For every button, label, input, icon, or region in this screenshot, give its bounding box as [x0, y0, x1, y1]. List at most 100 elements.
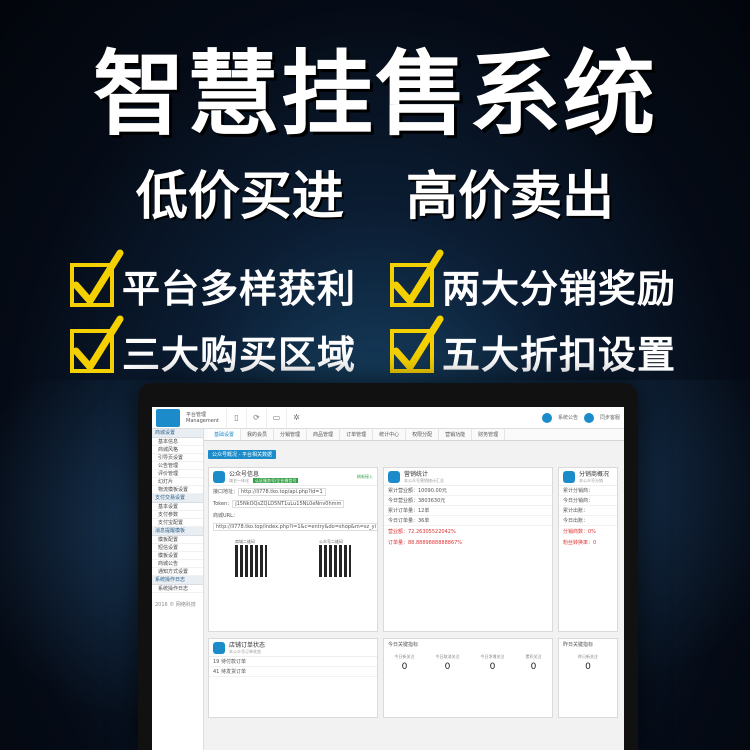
sidebar-group-head[interactable]: 商城设置 [152, 429, 203, 438]
headline: 智慧挂售系统 [92, 41, 657, 148]
sidebar-group-head[interactable]: 系统操作日志 [152, 576, 203, 585]
feature-item: 三大购买区域 [70, 315, 390, 379]
sidebar-item[interactable]: 引导页设置 [152, 454, 203, 462]
card-today-metrics: 今日关键指标 今日新关注 0 今日取消关注 0 今日净增关注 0 累积关注 0 [383, 638, 553, 718]
sidebar-item[interactable]: 幻灯片 [152, 478, 203, 486]
announce-link[interactable]: 系统公告 [558, 414, 578, 421]
shop-logo-icon[interactable] [156, 408, 180, 427]
bottom-cards: 店铺订单状态 本公众号订单状态 19 待付款订单 41 待发货订单 今日关键指标… [208, 638, 620, 718]
feature-item: 五大折扣设置 [390, 315, 710, 379]
order-icon [213, 641, 225, 654]
feature-row: 平台多样获利 两大分销奖励 [70, 249, 710, 318]
subline-left: 低价买进 [135, 167, 344, 227]
metric-value: 0 [401, 662, 408, 672]
tab-members[interactable]: 我的会员 [241, 429, 275, 440]
sidebar-item[interactable]: 商城公告 [152, 560, 203, 568]
support-link[interactable]: 同步客服 [600, 414, 620, 421]
sidebar-footer: 2016 © 网络科技 [155, 602, 196, 608]
feature-item: 两大分销奖励 [390, 249, 710, 313]
sidebar-item[interactable]: 模板设置 [152, 552, 203, 560]
token-row: Token： j15NkOQsZQLD5NT1uLu15NL0eNnv0hmm [209, 498, 377, 510]
url-field[interactable]: http://ll778.tko.top/index.php?i=1&c=ent… [213, 523, 377, 531]
stat-line: 累计营业额：10090.00元 [384, 486, 552, 496]
sidebar-item[interactable]: 公告管理 [152, 462, 203, 470]
card-order-status: 店铺订单状态 本公众号订单状态 19 待付款订单 41 待发货订单 [208, 638, 378, 718]
card-subtitle: 本公众号订单状态 [229, 649, 261, 654]
api-row: 接口地址： http://ll778.tko.top/api.php?id=1 [209, 486, 377, 498]
metric: 今日取消关注 0 [436, 654, 460, 672]
metric-row: 今日新关注 0 今日取消关注 0 今日净增关注 0 累积关注 0 [384, 654, 552, 672]
sidebar-item[interactable]: 评价管理 [152, 470, 203, 478]
sidebar-item[interactable]: 商城风格 [152, 446, 203, 454]
checkbox-icon [390, 249, 444, 307]
chat-icon[interactable] [583, 412, 594, 423]
laptop-frame: 平台管理 Management ▯ ⟳ ▭ ✲ 系统公告 同步客服 商城设置 基… [138, 383, 638, 750]
metric-label: 今日净增关注 [480, 654, 505, 659]
sidebar-item[interactable]: 基本信息 [152, 438, 203, 446]
qr-codes: 商城二维码 公众号二维码 [209, 539, 377, 578]
qr-block: 商城二维码 [235, 539, 267, 578]
sidebar-group-head[interactable]: 支付交易设置 [152, 494, 203, 503]
share-icon[interactable]: ⟳ [246, 407, 266, 428]
stat-line: 今日营业额：3803630元 [384, 496, 552, 506]
brand-label: 平台管理 Management [186, 411, 219, 424]
sidebar-item[interactable]: 基本设置 [152, 503, 203, 511]
card-title: 分销商概况 [579, 471, 610, 478]
top-tabs: 基础设置 我的会员 分销管理 商品管理 订单管理 统计中心 权限分配 营销功能 … [204, 429, 624, 441]
sidebar: 商城设置 基本信息 商城风格 引导页设置 公告管理 评价管理 幻灯片 物流模板设… [152, 429, 204, 750]
token-field[interactable]: j15NkOQsZQLD5NT1uLu15NL0eNnv0hmm [232, 500, 345, 508]
card-header: 营销统计 本公众号营销统计汇总 [384, 468, 552, 486]
overview-cards: 公众号信息 域名一体化 认证服务号/企业微信号 刷新接入 接口地址： http://… [208, 467, 620, 632]
card-title: 营销统计 [404, 471, 429, 478]
tab-products[interactable]: 商品管理 [307, 429, 341, 440]
settings-icon[interactable]: ✲ [286, 407, 306, 428]
feature-list: 平台多样获利 两大分销奖励 三大购买区域 五大折扣设置 [70, 249, 710, 384]
sidebar-item[interactable]: 短信设置 [152, 544, 203, 552]
stat-line: 今日订单量：36单 [384, 516, 552, 526]
tab-permissions[interactable]: 权限分配 [406, 429, 440, 440]
metric-label: 昨日新关注 [578, 654, 598, 659]
api-field[interactable]: http://ll778.tko.top/api.php?id=1 [238, 488, 326, 496]
sidebar-item[interactable]: 通知方式设置 [152, 568, 203, 576]
api-label: 接口地址： [213, 489, 239, 495]
metric-row: 昨日新关注 0 [559, 654, 617, 672]
metric: 昨日新关注 0 [578, 654, 598, 672]
tab-finance[interactable]: 财务管理 [472, 429, 506, 440]
sidebar-item[interactable]: 物流模板设置 [152, 486, 203, 494]
order-row[interactable]: 19 待付款订单 [209, 657, 377, 667]
url-label: 商城URL： [213, 513, 238, 519]
sidebar-group-head[interactable]: 消息提醒模板 [152, 527, 203, 536]
tab-orders[interactable]: 订单管理 [340, 429, 374, 440]
tab-basic-settings[interactable]: 基础设置 [208, 429, 242, 440]
feature-text: 平台多样获利 [122, 266, 357, 311]
feature-text: 两大分销奖励 [442, 266, 677, 311]
sidebar-item[interactable]: 支付宝配置 [152, 519, 203, 527]
monitor-icon[interactable]: ▭ [266, 407, 286, 428]
card-header: 店铺订单状态 本公众号订单状态 [209, 639, 377, 657]
bell-icon[interactable] [541, 412, 552, 423]
card-header: 公众号信息 域名一体化 认证服务号/企业微信号 刷新接入 [209, 468, 377, 486]
metric-value: 0 [585, 662, 591, 672]
refresh-link[interactable]: 刷新接入 [357, 474, 373, 480]
card-title: 今日关键指标 [388, 642, 419, 648]
sidebar-item[interactable]: 模板配置 [152, 536, 203, 544]
top-right-links: 系统公告 同步客服 [541, 412, 620, 423]
card-title: 公众号信息 [229, 471, 260, 478]
stats-icon [388, 470, 400, 483]
sidebar-item[interactable]: 系统操作日志 [152, 585, 203, 593]
user-icon [563, 470, 575, 483]
tab-distribution[interactable]: 分销管理 [274, 429, 308, 440]
qr-code-icon [235, 545, 267, 577]
order-row[interactable]: 41 待发货订单 [209, 667, 377, 677]
metric-value: 0 [530, 662, 537, 672]
tab-marketing[interactable]: 营销功能 [439, 429, 473, 440]
card-distributor-overview: 分销商概况 本公众号分销 累计分销商： 今日分销商： 累计出账： 今日出账： 分… [558, 467, 618, 632]
url-row: http://ll778.tko.top/index.php?i=1&c=ent… [209, 521, 377, 533]
breadcrumb: 公众号概况 - 平台相关数据 [208, 450, 276, 459]
stat-line: 累计订单量：12单 [384, 506, 552, 516]
metric: 今日净增关注 0 [481, 654, 505, 672]
tab-stats[interactable]: 统计中心 [373, 429, 407, 440]
feature-row: 三大购买区域 五大折扣设置 [70, 315, 710, 384]
phone-icon[interactable]: ▯ [226, 407, 246, 428]
sidebar-item[interactable]: 支付参数 [152, 511, 203, 519]
